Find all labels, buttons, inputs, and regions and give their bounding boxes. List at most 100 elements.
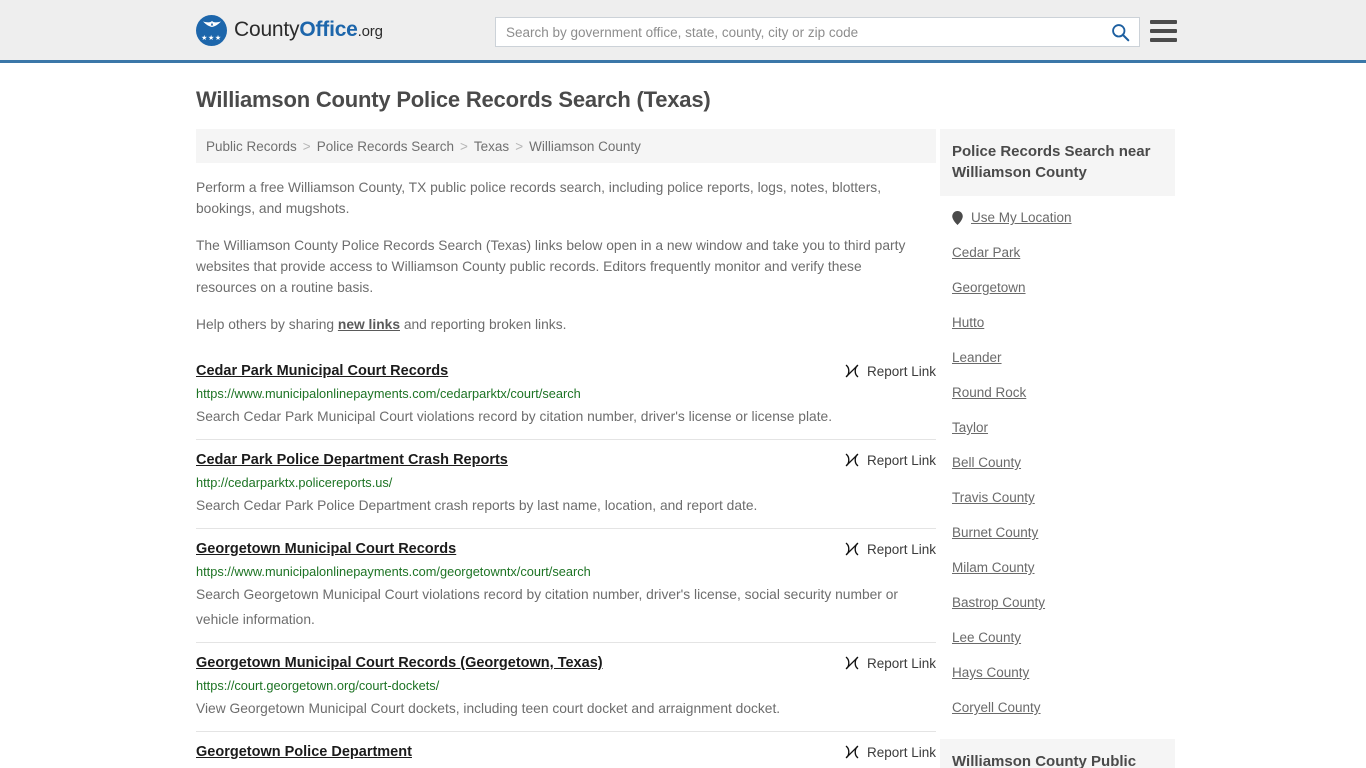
sidebar-item-coryell-county[interactable]: Coryell County (940, 690, 1175, 725)
link-header: Georgetown Police Department Report Link (196, 743, 936, 762)
sidebar-link-label[interactable]: Hutto (952, 315, 984, 330)
link-header: Cedar Park Municipal Court Records Repor… (196, 362, 936, 381)
record-link-description: Search Georgetown Municipal Court violat… (196, 587, 898, 627)
record-link-url[interactable]: https://www.municipalonlinepayments.com/… (196, 385, 936, 402)
breadcrumb: Public Records > Police Records Search >… (196, 129, 936, 163)
record-link-url[interactable]: https://court.georgetown.org/court-docke… (196, 677, 936, 694)
record-link-title[interactable]: Cedar Park Police Department Crash Repor… (196, 451, 508, 470)
sidebar-link-label[interactable]: Bell County (952, 455, 1021, 470)
breadcrumb-item-police-records-search[interactable]: Police Records Search (317, 139, 454, 154)
link-header: Cedar Park Police Department Crash Repor… (196, 451, 936, 470)
brand-part-tld: .org (357, 23, 383, 40)
record-link-url[interactable]: http://cedarparktx.policereports.us/ (196, 474, 936, 491)
intro-paragraph-2: The Williamson County Police Records Sea… (196, 238, 906, 295)
sidebar-item-bastrop-county[interactable]: Bastrop County (940, 585, 1175, 620)
search-input[interactable] (496, 18, 1101, 46)
site-logo[interactable]: ★★★ CountyOffice.org (196, 14, 383, 46)
broken-link-icon (845, 453, 859, 467)
sidebar-item-georgetown[interactable]: Georgetown (940, 270, 1175, 305)
sidebar-link-label[interactable]: Taylor (952, 420, 988, 435)
report-link-button[interactable]: Report Link (830, 655, 936, 671)
eagle-seal-icon: ★★★ (196, 14, 227, 46)
report-link-button[interactable]: Report Link (830, 744, 936, 760)
report-link-button[interactable]: Report Link (830, 541, 936, 557)
record-link-description: View Georgetown Municipal Court dockets,… (196, 701, 781, 716)
intro-p3-before: Help others by sharing (196, 317, 338, 332)
report-link-button[interactable]: Report Link (830, 452, 936, 468)
list-item: Georgetown Municipal Court Records (Geor… (196, 642, 936, 731)
sidebar-item-burnet-county[interactable]: Burnet County (940, 515, 1175, 550)
intro-paragraph-1: Perform a free Williamson County, TX pub… (196, 180, 882, 216)
sidebar-item-bell-county[interactable]: Bell County (940, 445, 1175, 480)
sidebar-box-2-title: Williamson County Public (940, 739, 1175, 768)
sidebar-link-label[interactable]: Round Rock (952, 385, 1026, 400)
sidebar-link-label[interactable]: Milam County (952, 560, 1035, 575)
report-link-label: Report Link (866, 541, 936, 557)
list-item: Georgetown Municipal Court Records Repor… (196, 528, 936, 642)
sidebar-link-label[interactable]: Travis County (952, 490, 1035, 505)
hamburger-bar (1150, 29, 1177, 33)
sidebar-link-label[interactable]: Leander (952, 350, 1002, 365)
use-my-location-link[interactable]: Use My Location (971, 210, 1072, 225)
sidebar-item-use-my-location[interactable]: Use My Location (940, 200, 1175, 235)
stars-glyph: ★★★ (201, 34, 222, 42)
record-link-title[interactable]: Georgetown Police Department (196, 743, 412, 762)
hamburger-bar (1150, 20, 1177, 24)
page-title: Williamson County Police Records Search … (196, 87, 711, 112)
record-link-title[interactable]: Georgetown Municipal Court Records (196, 540, 456, 559)
sidebar-item-milam-county[interactable]: Milam County (940, 550, 1175, 585)
record-link-url[interactable]: https://www.municipalonlinepayments.com/… (196, 563, 936, 580)
sidebar-item-travis-county[interactable]: Travis County (940, 480, 1175, 515)
sidebar-link-label[interactable]: Georgetown (952, 280, 1026, 295)
breadcrumb-separator: > (515, 138, 524, 154)
list-item: Cedar Park Municipal Court Records Repor… (196, 351, 936, 439)
broken-link-icon (845, 656, 859, 670)
hamburger-menu-icon[interactable] (1150, 20, 1177, 42)
content-row: Public Records > Police Records Search >… (196, 129, 1366, 768)
sidebar-nearby-links: Use My Location Cedar Park Georgetown Hu… (940, 196, 1175, 725)
site-header: ★★★ CountyOffice.org (0, 0, 1366, 63)
broken-link-icon (845, 364, 859, 378)
sidebar-item-hays-county[interactable]: Hays County (940, 655, 1175, 690)
map-pin-icon (952, 210, 963, 225)
broken-link-icon (845, 542, 859, 556)
sidebar-item-leander[interactable]: Leander (940, 340, 1175, 375)
brand-part-office: Office (299, 18, 358, 41)
brand-part-county: County (234, 18, 300, 41)
intro-p3-after: and reporting broken links. (400, 317, 567, 332)
sidebar-item-lee-county[interactable]: Lee County (940, 620, 1175, 655)
record-link-title[interactable]: Georgetown Municipal Court Records (Geor… (196, 654, 603, 673)
search-bar[interactable] (495, 17, 1140, 47)
sidebar-item-round-rock[interactable]: Round Rock (940, 375, 1175, 410)
sidebar-item-hutto[interactable]: Hutto (940, 305, 1175, 340)
sidebar-link-label[interactable]: Burnet County (952, 525, 1038, 540)
new-links-link[interactable]: new links (338, 317, 400, 332)
breadcrumb-item-texas[interactable]: Texas (474, 139, 509, 154)
record-link-description: Search Cedar Park Municipal Court violat… (196, 409, 833, 424)
intro-section: Perform a free Williamson County, TX pub… (196, 177, 936, 335)
report-link-label: Report Link (866, 452, 936, 468)
search-icon[interactable] (1101, 18, 1139, 46)
page-body: Williamson County Police Records Search … (0, 87, 1366, 768)
link-header: Georgetown Municipal Court Records Repor… (196, 540, 936, 559)
sidebar-link-label[interactable]: Coryell County (952, 700, 1041, 715)
sidebar-link-label[interactable]: Cedar Park (952, 245, 1020, 260)
breadcrumb-item-williamson-county: Williamson County (529, 138, 641, 154)
breadcrumb-item-public-records[interactable]: Public Records (206, 139, 297, 154)
list-item: Cedar Park Police Department Crash Repor… (196, 439, 936, 528)
sidebar-item-taylor[interactable]: Taylor (940, 410, 1175, 445)
link-header: Georgetown Municipal Court Records (Geor… (196, 654, 936, 673)
record-link-title[interactable]: Cedar Park Municipal Court Records (196, 362, 448, 381)
report-link-button[interactable]: Report Link (830, 363, 936, 379)
records-link-list: Cedar Park Municipal Court Records Repor… (196, 351, 936, 768)
sidebar-link-label[interactable]: Hays County (952, 665, 1029, 680)
sidebar-link-label[interactable]: Lee County (952, 630, 1021, 645)
breadcrumb-separator: > (460, 138, 468, 154)
sidebar-link-label[interactable]: Bastrop County (952, 595, 1045, 610)
sidebar-item-cedar-park[interactable]: Cedar Park (940, 235, 1175, 270)
report-link-label: Report Link (866, 363, 936, 379)
report-link-label: Report Link (866, 655, 936, 671)
broken-link-icon (845, 745, 859, 759)
hamburger-bar (1150, 38, 1177, 42)
list-item: Georgetown Police Department Report Link (196, 731, 936, 768)
